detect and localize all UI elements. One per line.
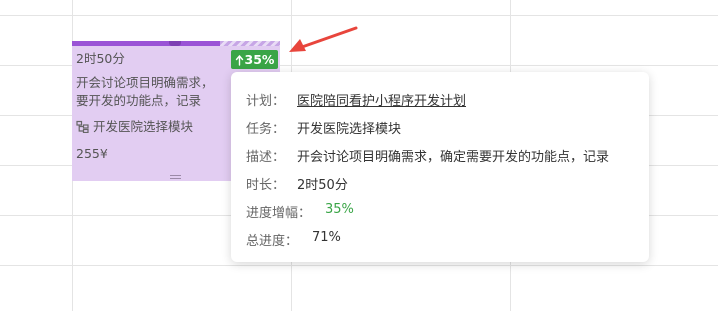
tree-structure-icon	[76, 120, 89, 134]
duration-label: 时长：	[246, 178, 286, 193]
duration-value: 2时50分	[297, 178, 348, 193]
grid-line	[0, 15, 718, 16]
tooltip-increment-row: 进度增幅： 35%	[246, 202, 354, 221]
total-progress-label: 总进度：	[246, 234, 299, 249]
card-module: 开发医院选择模块	[76, 118, 193, 135]
task-detail-tooltip: 计划： 医院陪同看护小程序开发计划 任务： 开发医院选择模块 描述： 开会讨论项…	[231, 72, 649, 262]
plan-link[interactable]: 医院陪同看护小程序开发计划	[297, 90, 466, 109]
card-cost: 255¥	[76, 146, 108, 161]
card-module-label: 开发医院选择模块	[93, 119, 194, 134]
resize-handle[interactable]	[170, 175, 181, 179]
progress-remaining	[220, 41, 280, 46]
tooltip-description-row: 描述： 开会讨论项目明确需求，确定需要开发的功能点，记录	[246, 146, 609, 165]
increment-label: 进度增幅：	[246, 206, 312, 221]
card-description-line1: 开会讨论项目明确需求，	[76, 75, 214, 90]
progress-bar[interactable]	[72, 41, 280, 46]
badge-text: 35%	[244, 52, 275, 67]
progress-increment-badge[interactable]: 35%	[231, 50, 278, 69]
tooltip-duration-row: 时长： 2时50分	[246, 174, 348, 193]
description-value: 开会讨论项目明确需求，确定需要开发的功能点，记录	[297, 150, 610, 165]
progress-drag-handle[interactable]	[169, 41, 181, 46]
pointer-arrow-icon	[289, 26, 358, 52]
arrow-up-icon	[235, 54, 244, 66]
tooltip-total-row: 总进度： 71%	[246, 230, 341, 249]
task-value: 开发医院选择模块	[297, 122, 402, 137]
task-label: 任务：	[246, 122, 286, 137]
total-progress-value: 71%	[312, 230, 341, 245]
grid-line	[0, 265, 718, 266]
plan-label: 计划：	[246, 94, 286, 109]
card-description-line2: 要开发的功能点，记录	[76, 93, 202, 108]
progress-fill	[72, 41, 220, 46]
increment-value: 35%	[325, 202, 354, 217]
card-duration: 2时50分	[76, 51, 125, 66]
tooltip-task-row: 任务： 开发医院选择模块	[246, 118, 401, 137]
description-label: 描述：	[246, 150, 286, 165]
tooltip-plan-row: 计划： 医院陪同看护小程序开发计划	[246, 90, 466, 109]
